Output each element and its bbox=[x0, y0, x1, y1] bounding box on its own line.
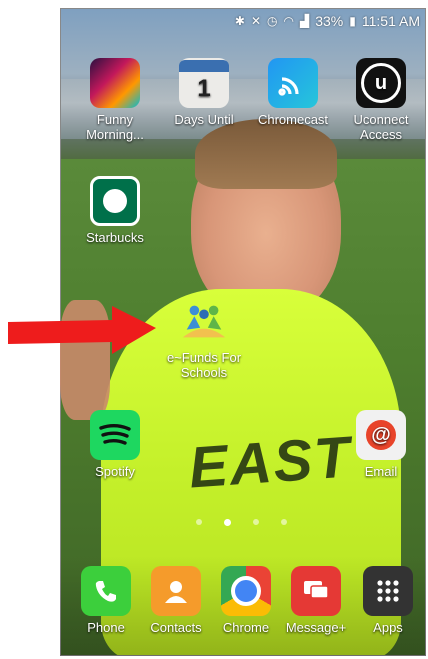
bluetooth-icon: ✱ bbox=[234, 14, 245, 28]
status-time: 11:51 AM bbox=[361, 13, 420, 29]
app-funny-morning[interactable]: Funny Morning... bbox=[70, 58, 160, 142]
app-efunds[interactable]: e~Funds For Schools bbox=[159, 296, 249, 380]
wifi-icon: ◠ bbox=[283, 14, 294, 28]
dock-label: Apps bbox=[373, 620, 403, 635]
app-label: Email bbox=[364, 464, 398, 479]
apps-grid-icon bbox=[363, 566, 413, 616]
contacts-icon bbox=[151, 566, 201, 616]
spotify-icon bbox=[90, 410, 140, 460]
calendar-day: 1 bbox=[197, 75, 211, 102]
uconnect-icon: u bbox=[356, 58, 406, 108]
wallpaper-hair bbox=[195, 119, 337, 189]
alarm-icon: ◷ bbox=[267, 14, 278, 28]
app-chromecast[interactable]: Chromecast bbox=[248, 58, 338, 127]
page-dot bbox=[196, 519, 202, 525]
funny-morning-icon bbox=[90, 58, 140, 108]
app-spotify[interactable]: Spotify bbox=[70, 410, 160, 479]
signal-icon: ▟ bbox=[300, 14, 310, 28]
app-label: e~Funds For Schools bbox=[166, 350, 242, 380]
chrome-icon bbox=[221, 566, 271, 616]
app-label: Days Until bbox=[174, 112, 234, 127]
app-uconnect[interactable]: u Uconnect Access bbox=[336, 58, 426, 142]
dock-apps[interactable]: Apps bbox=[344, 566, 428, 635]
status-bar: ✱ ✕ ◷ ◠ ▟ 33% ▮ 11:51 AM bbox=[60, 8, 426, 34]
app-label: Funny Morning... bbox=[86, 112, 144, 142]
starbucks-icon bbox=[90, 176, 140, 226]
mute-icon: ✕ bbox=[250, 14, 262, 28]
page-indicator bbox=[196, 519, 287, 526]
message-icon bbox=[291, 566, 341, 616]
app-email[interactable]: @ Email bbox=[336, 410, 426, 479]
phone-icon bbox=[81, 566, 131, 616]
red-arrow-annotation bbox=[8, 306, 156, 354]
battery-level: 33% bbox=[315, 13, 344, 29]
app-starbucks[interactable]: Starbucks bbox=[70, 176, 160, 245]
app-label: Chromecast bbox=[257, 112, 329, 127]
email-icon: @ bbox=[356, 410, 406, 460]
page-dot bbox=[253, 519, 259, 525]
page-dot bbox=[281, 519, 287, 525]
page-dot-active bbox=[224, 519, 231, 526]
calendar-icon: 1 bbox=[179, 58, 229, 108]
app-label: Starbucks bbox=[86, 230, 144, 245]
app-label: Spotify bbox=[95, 464, 135, 479]
app-days-until[interactable]: 1 Days Until bbox=[159, 58, 249, 127]
app-label: Uconnect Access bbox=[353, 112, 409, 142]
wallpaper-shirt-text: EAST bbox=[186, 424, 354, 501]
efunds-icon bbox=[179, 296, 229, 346]
chromecast-icon bbox=[268, 58, 318, 108]
battery-icon: ▮ bbox=[349, 14, 356, 28]
